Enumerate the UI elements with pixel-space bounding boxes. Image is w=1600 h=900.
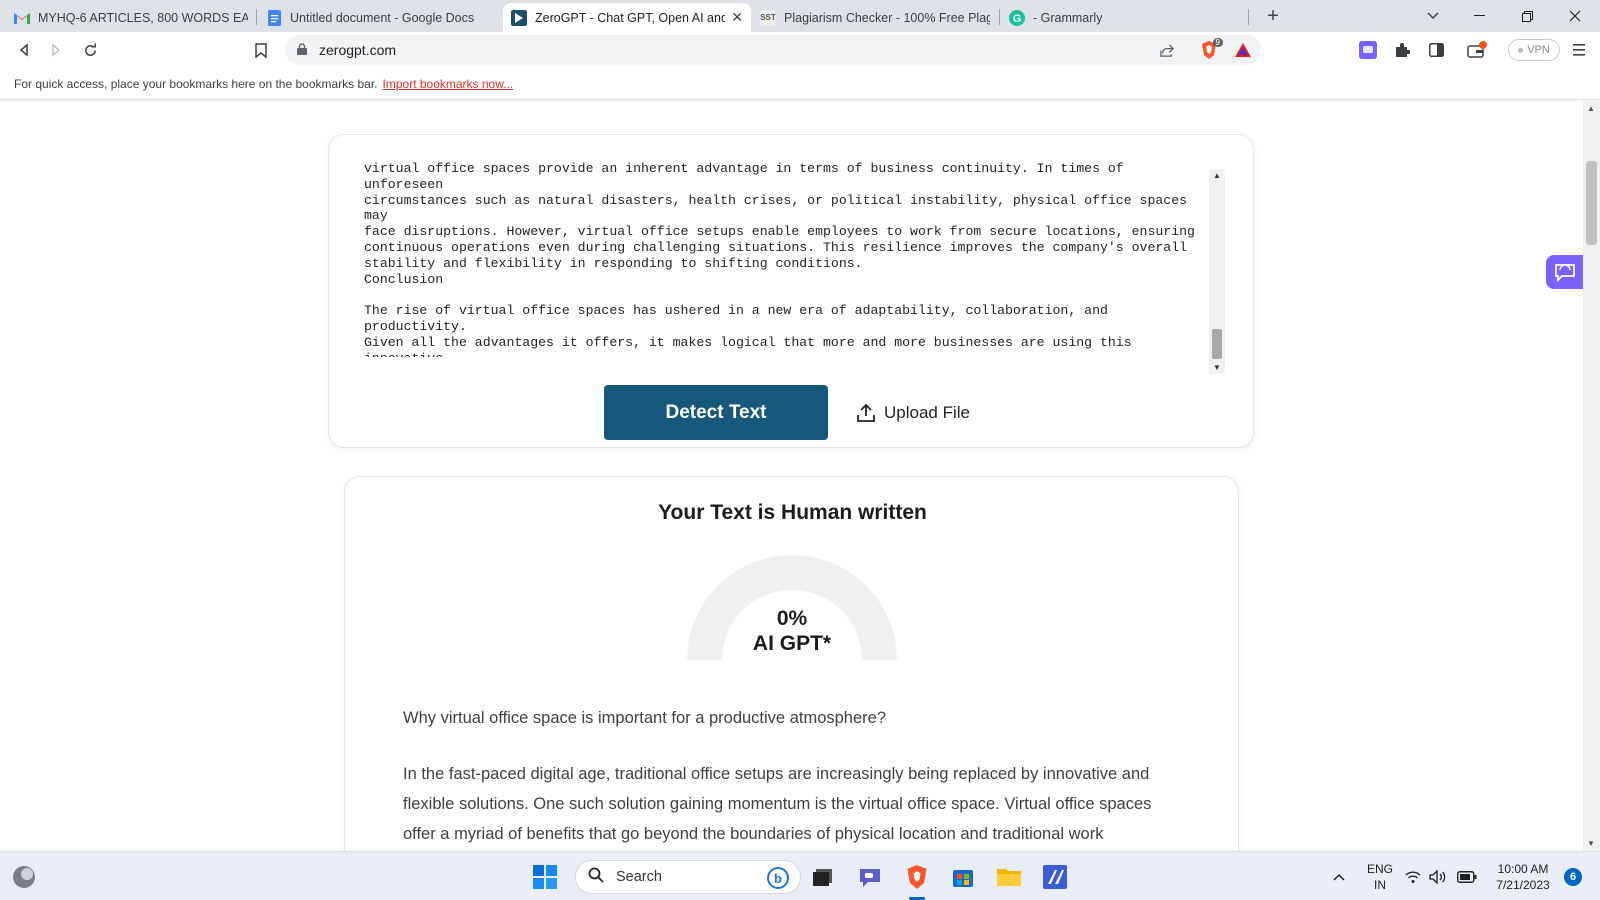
tab-gmail[interactable]: MYHQ-6 ARTICLES, 800 WORDS EACH	[6, 3, 256, 32]
import-bookmarks-link[interactable]: Import bookmarks now...	[383, 77, 514, 91]
language-indicator[interactable]: ENG IN	[1363, 861, 1397, 893]
tab-title: - Grammarly	[1033, 10, 1103, 25]
tab-search-chevron-icon[interactable]	[1410, 0, 1456, 32]
notification-badge[interactable]: 6	[1562, 862, 1584, 892]
close-window-button[interactable]	[1552, 0, 1598, 32]
tab-title: Untitled document - Google Docs	[290, 10, 475, 25]
result-paragraph: In the fast-paced digital age, tradition…	[403, 765, 1152, 843]
wallet-icon[interactable]	[1466, 39, 1488, 61]
url-text: zerogpt.com	[319, 42, 397, 58]
upload-file-label: Upload File	[884, 403, 970, 422]
menu-icon[interactable]	[1568, 39, 1590, 61]
search-icon	[588, 867, 604, 888]
google-docs-icon	[266, 9, 282, 26]
tab-separator	[256, 9, 257, 25]
upload-file-button[interactable]: Upload File	[856, 393, 970, 433]
tab-grammarly[interactable]: G - Grammarly	[1001, 3, 1245, 32]
vpn-status-dot-icon	[1518, 47, 1524, 53]
file-explorer-icon[interactable]	[994, 862, 1024, 892]
scroll-down-arrow-icon[interactable]: ▼	[1213, 363, 1221, 372]
floating-assistant-widget[interactable]	[1546, 255, 1583, 289]
tab-separator	[1248, 9, 1249, 25]
browser-toolbar: zerogpt.com 9 VPN	[0, 32, 1600, 68]
brave-browser-icon[interactable]	[902, 862, 932, 892]
result-card: Your Text is Human written 0% AI GPT* Wh…	[344, 476, 1239, 851]
chat-bubble-icon	[1554, 264, 1575, 282]
wifi-icon[interactable]	[1402, 862, 1424, 892]
notification-count: 6	[1564, 868, 1582, 886]
result-question: Why virtual office space is important fo…	[403, 709, 887, 727]
clock-date: 7/21/2023	[1496, 878, 1550, 892]
sidebar-toggle-icon[interactable]	[1425, 39, 1447, 61]
tab-title: ZeroGPT - Chat GPT, Open AI and	[535, 10, 726, 25]
page-scroll-up-icon[interactable]: ▲	[1587, 104, 1595, 113]
taskbar-search[interactable]: Search b	[575, 860, 801, 894]
textarea-scrollbar[interactable]: ▲ ▼	[1209, 169, 1225, 374]
clock[interactable]: 10:00 AM 7/21/2023	[1488, 861, 1558, 893]
forward-icon[interactable]	[44, 38, 68, 62]
microsoft-store-icon[interactable]	[948, 862, 978, 892]
svg-text:G: G	[1013, 13, 1022, 25]
bookmarks-bar: For quick access, place your bookmarks h…	[0, 68, 1600, 100]
bookmark-icon[interactable]	[249, 38, 273, 62]
extension-chat-icon[interactable]	[1357, 39, 1379, 61]
clock-time: 10:00 AM	[1497, 862, 1549, 876]
tab-zerogpt[interactable]: ZeroGPT - Chat GPT, Open AI and ✕	[503, 3, 751, 32]
show-hidden-icons-chevron-icon[interactable]	[1324, 862, 1354, 892]
brave-shields-icon[interactable]: 9	[1198, 38, 1223, 61]
extensions-puzzle-icon[interactable]	[1391, 39, 1413, 61]
grammarly-icon: G	[1009, 9, 1025, 26]
language-line-1: ENG	[1366, 862, 1393, 876]
text-input-area[interactable]: virtual office spaces provide an inheren…	[364, 161, 1209, 357]
taskbar-search-label: Search	[616, 869, 662, 885]
tab-google-docs[interactable]: Untitled document - Google Docs	[258, 3, 502, 32]
gmail-icon	[14, 10, 30, 26]
minimize-button[interactable]	[1456, 0, 1502, 32]
address-bar[interactable]: zerogpt.com	[285, 35, 1261, 65]
zerogpt-icon	[511, 9, 527, 26]
bing-icon[interactable]: b	[766, 866, 790, 894]
restore-button[interactable]	[1504, 0, 1550, 32]
close-tab-icon[interactable]: ✕	[731, 9, 743, 26]
tab-plagiarism-checker[interactable]: SST Plagiarism Checker - 100% Free Plagi…	[752, 3, 998, 32]
page-scrollbar[interactable]: ▲ ▼	[1583, 101, 1600, 851]
brave-badge: 9	[1212, 38, 1223, 47]
result-title: Your Text is Human written	[658, 501, 927, 524]
vpn-button[interactable]: VPN	[1508, 39, 1560, 61]
volume-icon[interactable]	[1427, 862, 1449, 892]
brave-rewards-icon[interactable]	[1232, 39, 1254, 61]
upload-icon	[857, 403, 875, 422]
new-tab-button[interactable]: +	[1250, 0, 1296, 32]
detect-text-button[interactable]: Detect Text	[604, 385, 828, 440]
task-view-icon[interactable]	[808, 862, 838, 892]
taskbar: Search b ENG IN 10:00 AM 7/21/2023 6	[0, 851, 1600, 900]
lock-icon[interactable]	[297, 42, 307, 58]
tab-separator	[999, 9, 1000, 25]
scroll-up-arrow-icon[interactable]: ▲	[1213, 171, 1221, 180]
tab-title: Plagiarism Checker - 100% Free Plagia	[784, 10, 990, 25]
ai-percentage: 0%	[776, 607, 808, 630]
tab-title: MYHQ-6 ARTICLES, 800 WORDS EACH	[38, 10, 248, 25]
reload-icon[interactable]	[78, 38, 102, 62]
ai-gpt-label: AI GPT*	[752, 632, 832, 655]
share-icon[interactable]	[1156, 39, 1178, 61]
page-scroll-down-icon[interactable]: ▼	[1587, 839, 1595, 848]
page-scroll-thumb[interactable]	[1586, 161, 1597, 245]
battery-icon[interactable]	[1455, 862, 1479, 892]
teams-chat-icon[interactable]	[855, 862, 885, 892]
detector-card: virtual office spaces provide an inheren…	[328, 134, 1254, 448]
tab-strip: MYHQ-6 ARTICLES, 800 WORDS EACH Untitled…	[0, 0, 1600, 32]
textarea-scroll-thumb[interactable]	[1212, 329, 1222, 359]
windows-start-icon[interactable]	[530, 862, 560, 892]
bookmarks-bar-message: For quick access, place your bookmarks h…	[14, 76, 378, 91]
page-content: virtual office spaces provide an inheren…	[0, 101, 1583, 851]
back-icon[interactable]	[12, 38, 36, 62]
svg-text:b: b	[774, 871, 782, 886]
sst-icon: SST	[760, 9, 776, 26]
editor-app-icon[interactable]	[1040, 862, 1070, 892]
language-line-2: IN	[1374, 878, 1386, 892]
vpn-label: VPN	[1527, 44, 1550, 56]
widgets-weather-icon[interactable]	[9, 862, 39, 892]
